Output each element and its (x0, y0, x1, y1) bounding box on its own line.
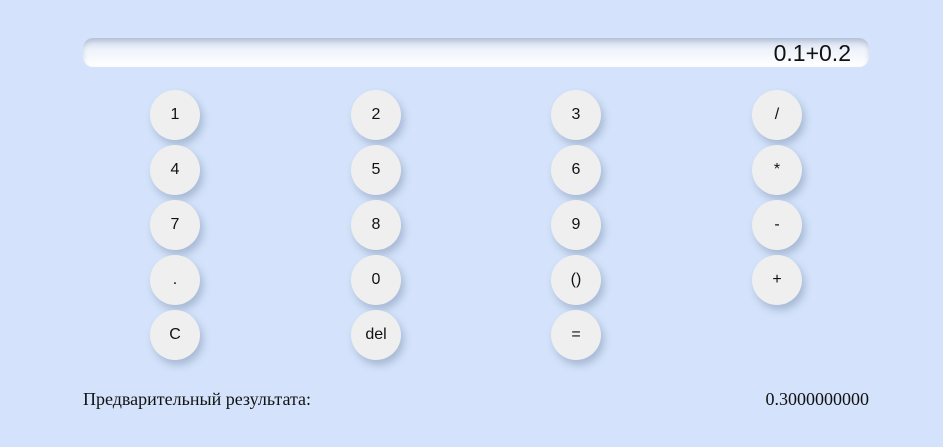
calculator-page: 0.1+0.2 1 2 3 / 4 5 6 * 7 8 9 - . 0 () +… (0, 0, 943, 447)
key-6-button[interactable]: 6 (551, 145, 601, 195)
key-8-button[interactable]: 8 (351, 200, 401, 250)
preview-result-label: Предварительный результата: (83, 389, 312, 409)
plus-button[interactable]: + (752, 255, 802, 305)
parentheses-button[interactable]: () (551, 255, 601, 305)
key-3-button[interactable]: 3 (551, 90, 601, 140)
multiply-button[interactable]: * (752, 145, 802, 195)
divide-button[interactable]: / (752, 90, 802, 140)
key-4-button[interactable]: 4 (150, 145, 200, 195)
key-9-button[interactable]: 9 (551, 200, 601, 250)
minus-button[interactable]: - (752, 200, 802, 250)
expression-display[interactable]: 0.1+0.2 (83, 38, 869, 67)
key-0-button[interactable]: 0 (351, 255, 401, 305)
key-2-button[interactable]: 2 (351, 90, 401, 140)
delete-button[interactable]: del (351, 310, 401, 360)
equals-button[interactable]: = (551, 310, 601, 360)
key-1-button[interactable]: 1 (150, 90, 200, 140)
key-7-button[interactable]: 7 (150, 200, 200, 250)
key-5-button[interactable]: 5 (351, 145, 401, 195)
preview-result-value: 0.3000000000 (765, 389, 870, 409)
decimal-point-button[interactable]: . (150, 255, 200, 305)
clear-button[interactable]: C (150, 310, 200, 360)
